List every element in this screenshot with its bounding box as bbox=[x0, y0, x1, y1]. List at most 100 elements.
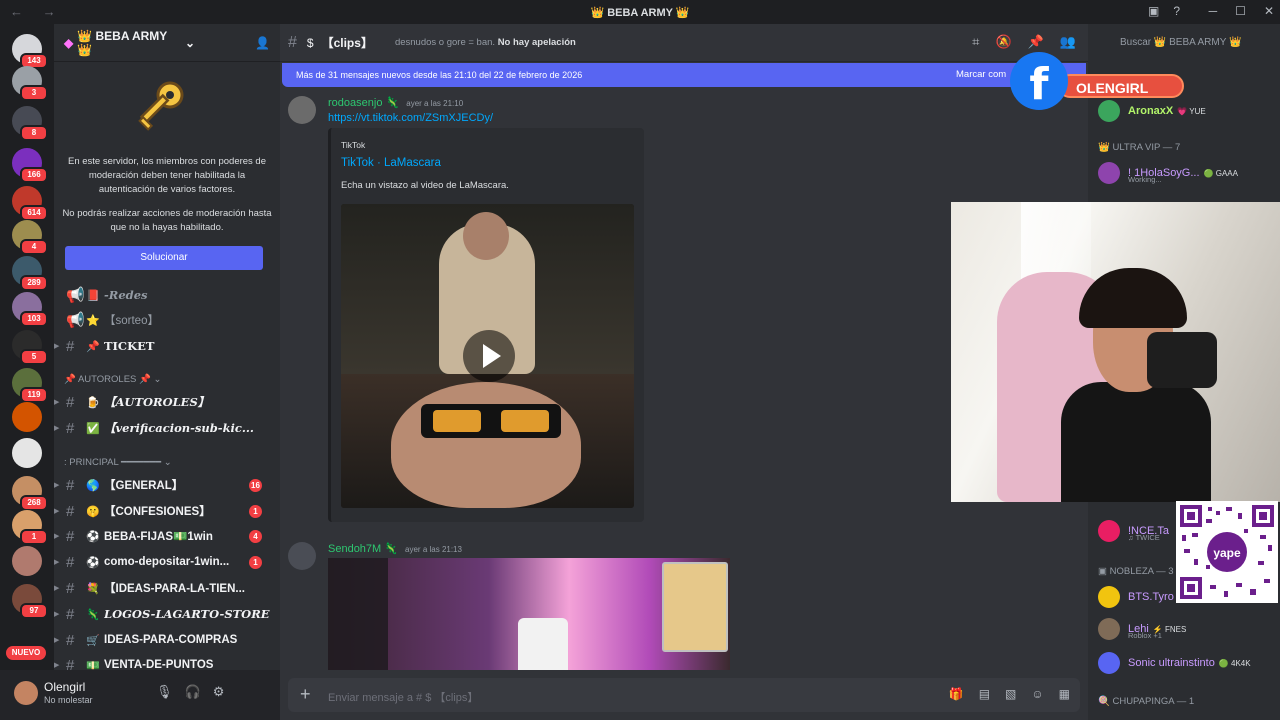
guild-name: 👑 BEBA ARMY 👑 bbox=[77, 28, 168, 57]
category-autoroles[interactable]: 📌 AUTOROLES 📌 ⌄ bbox=[64, 374, 161, 385]
unread-badge: 1 bbox=[20, 529, 48, 545]
pin-icon[interactable]: 📌 bbox=[1028, 34, 1044, 50]
avatar bbox=[1098, 618, 1120, 640]
server-icon[interactable]: 3 bbox=[12, 66, 48, 101]
notifications-icon[interactable]: 🔕 bbox=[995, 34, 1011, 50]
message-link[interactable]: https://vt.tiktok.com/ZSmXJECDy/ bbox=[328, 112, 493, 124]
message-composer[interactable]: + Enviar mensaje a # $ 【clips】 🎁 ▤ ▧ ☺ ▦ bbox=[288, 678, 1080, 712]
mark-read-button[interactable]: Marcar com bbox=[956, 63, 1006, 87]
message-input[interactable]: Enviar mensaje a # $ 【clips】 bbox=[328, 689, 478, 705]
member-item[interactable]: !NCE.Ta ♫ TWICE bbox=[1098, 520, 1169, 542]
add-attachment-icon[interactable]: + bbox=[300, 684, 311, 705]
gif-icon[interactable]: ▤ bbox=[979, 687, 990, 701]
server-icon[interactable]: 268 bbox=[12, 476, 48, 511]
member-item[interactable]: BTS.Tyro bbox=[1098, 586, 1174, 608]
chevron-down-icon: ⌄ bbox=[184, 35, 196, 50]
facebook-badge: OLENGIRL f bbox=[1010, 52, 1185, 110]
server-icon[interactable]: 103 bbox=[12, 292, 48, 327]
unread-badge: 103 bbox=[20, 311, 48, 327]
headphones-icon[interactable]: 🎧 bbox=[185, 684, 201, 700]
channel-label: como-depositar-1win... bbox=[104, 556, 230, 568]
channel-label: 【GENERAL】 bbox=[104, 480, 184, 492]
server-icon[interactable] bbox=[12, 546, 42, 576]
member-item[interactable]: Lehi ⚡ FNES Roblox +1 bbox=[1098, 618, 1186, 640]
server-icon[interactable]: 119 bbox=[12, 368, 48, 403]
avatar[interactable] bbox=[288, 96, 316, 124]
category-principal[interactable]: : PRINCIPAL ━━━━━━━ ⌄ bbox=[64, 457, 172, 468]
solve-mfa-button[interactable]: Solucionar bbox=[65, 246, 263, 270]
channel-item[interactable]: ▶ # 🤫 【CONFESIONES】 1 bbox=[54, 500, 280, 522]
channel-item[interactable]: ▶ # 🛒 IDEAS-PARA-COMPRAS bbox=[54, 629, 280, 651]
unread-badge: 119 bbox=[20, 387, 48, 403]
channel-topic[interactable]: desnudos o gore = ban. No hay apelación bbox=[395, 37, 576, 48]
members-icon[interactable]: 👥 bbox=[1060, 34, 1076, 50]
server-icon[interactable]: 4 bbox=[12, 220, 48, 255]
new-server-pill[interactable]: NUEVO bbox=[6, 646, 46, 660]
maximize-button[interactable]: ☐ bbox=[1235, 4, 1246, 18]
announcement-icon: 📢 bbox=[66, 287, 85, 304]
channel-item[interactable]: ▶ # 🌎 【GENERAL】 16 bbox=[54, 474, 280, 496]
threads-icon[interactable]: ⌗ bbox=[972, 34, 979, 50]
channel-redes[interactable]: 📢 📕 -Redes bbox=[54, 284, 280, 306]
avatar[interactable] bbox=[288, 542, 316, 570]
gear-icon[interactable]: ⚙ bbox=[213, 684, 225, 700]
member-item[interactable]: Sonic ultrainstinto 🟢 4K4K bbox=[1098, 652, 1251, 674]
channel-emoji: 💵 bbox=[86, 659, 100, 671]
channel-label: VENTA-DE-PUNTOS bbox=[104, 659, 214, 670]
server-icon[interactable]: 289 bbox=[12, 256, 48, 291]
avatar bbox=[1098, 652, 1120, 674]
message-author[interactable]: Sendoh7M 🦎 ayer a las 21:13 bbox=[328, 542, 462, 555]
close-button[interactable]: ✕ bbox=[1264, 4, 1274, 18]
channel-item[interactable]: ▶ # ⚽ como-depositar-1win... 1 bbox=[54, 551, 280, 573]
embed-title[interactable]: TikTok · LaMascara bbox=[341, 157, 441, 169]
play-icon[interactable] bbox=[463, 330, 515, 382]
apps-icon[interactable]: ▦ bbox=[1059, 687, 1070, 701]
add-member-icon[interactable]: 👤 bbox=[255, 36, 270, 50]
server-icon[interactable]: 614 bbox=[12, 186, 48, 221]
help-icon[interactable]: ? bbox=[1173, 4, 1180, 18]
avatar bbox=[1098, 162, 1120, 184]
server-icon[interactable]: 8 bbox=[12, 106, 48, 141]
server-icon[interactable]: 1 bbox=[12, 510, 48, 545]
server-icon[interactable]: 5 bbox=[12, 330, 48, 365]
server-icon[interactable]: 166 bbox=[12, 148, 48, 183]
channel-item[interactable]: ▶ # ⚽ BEBA-FIJAS💵1win 4 bbox=[54, 525, 280, 547]
server-icon[interactable]: 143 bbox=[12, 34, 48, 69]
member-item[interactable]: ! 1HolaSoyG... 🟢 GAAA Working... bbox=[1098, 162, 1238, 184]
channel-ticket[interactable]: ▶ # 📌 TICKET bbox=[54, 335, 280, 357]
microphone-icon[interactable]: 🎙 bbox=[156, 684, 173, 700]
inbox-icon[interactable]: ▣ bbox=[1148, 4, 1159, 18]
new-messages-bar[interactable]: Más de 31 mensajes nuevos desde las 21:1… bbox=[282, 63, 1086, 87]
composer-tools: 🎁 ▤ ▧ ☺ ▦ bbox=[949, 687, 1070, 701]
mfa-warning: No podrás realizar acciones de moderació… bbox=[62, 208, 272, 233]
server-icon[interactable]: 97 bbox=[12, 584, 48, 619]
message-author[interactable]: rodoasenjo 🦎 ayer a las 21:10 bbox=[328, 96, 463, 109]
channel-autoroles[interactable]: ▶ # 🍺 【AUTOROLES】 bbox=[54, 391, 280, 413]
unread-badge: 166 bbox=[20, 167, 48, 183]
gift-icon[interactable]: 🎁 bbox=[949, 687, 964, 701]
channel-verificacion[interactable]: ▶ # ✅ 【verificacion-sub-kic... bbox=[54, 417, 280, 439]
server-icon[interactable] bbox=[12, 402, 42, 432]
emoji-icon[interactable]: ☺ bbox=[1031, 687, 1043, 701]
channel-emoji: ⚽ bbox=[86, 556, 100, 569]
channel-header: # $ 【clips】 desnudos o gore = ban. No ha… bbox=[280, 24, 1088, 62]
embed-video[interactable] bbox=[341, 204, 634, 508]
channel-emoji: 🤫 bbox=[86, 505, 100, 518]
avatar bbox=[1098, 520, 1120, 542]
guild-header[interactable]: ◆ 👑 BEBA ARMY 👑 ⌄ 👤 bbox=[54, 24, 280, 62]
sticker-icon[interactable]: ▧ bbox=[1005, 687, 1016, 701]
channel-item[interactable]: ▶ # 💐 【IDEAS-PARA-LA-TIEN... bbox=[54, 577, 280, 599]
embed-provider: TikTok bbox=[341, 140, 366, 150]
channel-sorteo[interactable]: 📢 ⭐ 【sorteo】 bbox=[54, 309, 280, 331]
channel-emoji: 🦎 bbox=[86, 608, 100, 621]
channel-item[interactable]: ▶ # 💵 VENTA-DE-PUNTOS bbox=[54, 654, 280, 671]
qr-code: yape bbox=[1176, 501, 1278, 603]
server-icon[interactable] bbox=[12, 438, 42, 468]
unread-badge: 268 bbox=[20, 495, 48, 511]
channel-item[interactable]: ▶ # 🦎 LOGOS-LAGARTO-STORE bbox=[54, 603, 280, 625]
channel-label: 【IDEAS-PARA-LA-TIEN... bbox=[104, 583, 245, 595]
minimize-button[interactable]: ─ bbox=[1209, 4, 1218, 18]
avatar[interactable] bbox=[14, 681, 38, 705]
channel-label: LOGOS-LAGARTO-STORE bbox=[104, 607, 270, 621]
attached-image[interactable] bbox=[328, 558, 730, 670]
